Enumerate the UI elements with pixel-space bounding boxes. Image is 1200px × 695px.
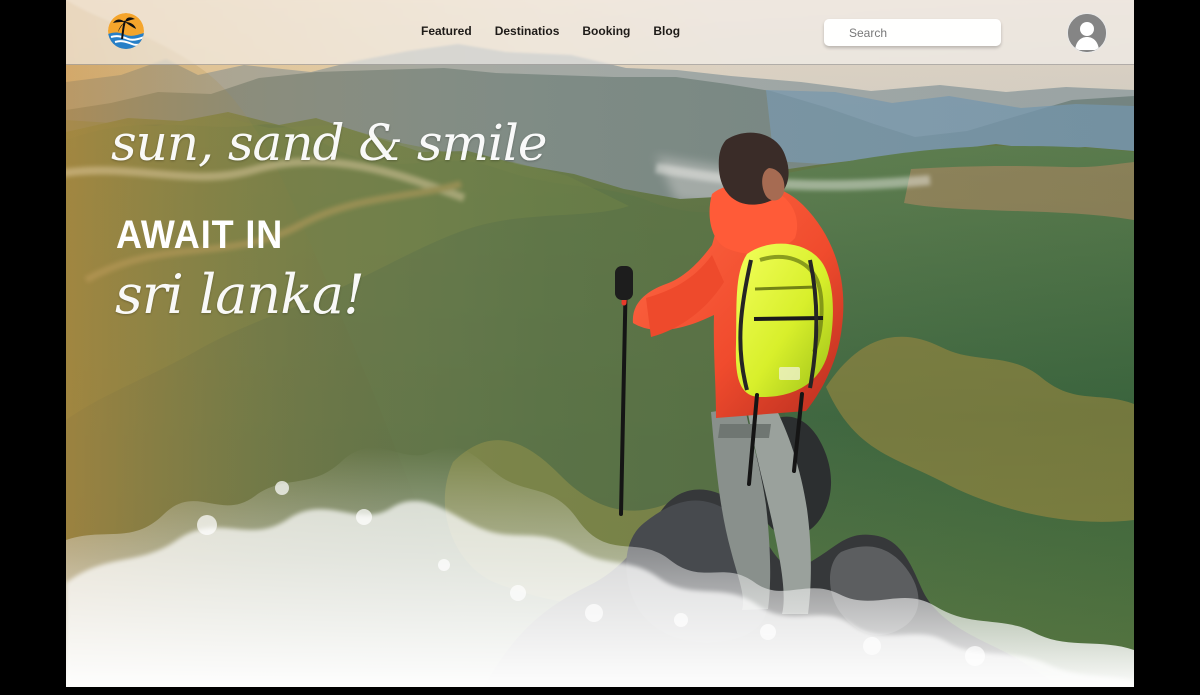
hero-tagline-line-1: sun, sand & smile [111, 114, 547, 172]
nav-link-booking[interactable]: Booking [582, 22, 630, 40]
search-input[interactable] [849, 20, 994, 45]
beach-palm-logo-icon[interactable] [108, 13, 144, 49]
nav-link-destinations[interactable]: Destinatios [495, 22, 560, 40]
nav-link-featured[interactable]: Featured [421, 22, 472, 40]
nav-link-blog[interactable]: Blog [653, 22, 680, 40]
user-avatar-icon[interactable] [1067, 13, 1107, 53]
hero-tagline-line-3: sri lanka! [115, 263, 365, 326]
mountain-hiker-hero-image [66, 0, 1134, 687]
main-navigation: Featured Destinatios Booking Blog [421, 22, 680, 40]
travel-landing-page: Featured Destinatios Booking Blog sun, s… [66, 0, 1134, 687]
hero-tagline-line-2: AWAIT IN [116, 213, 284, 257]
top-navigation-bar: Featured Destinatios Booking Blog [66, 0, 1134, 65]
search-box[interactable] [824, 19, 1001, 46]
